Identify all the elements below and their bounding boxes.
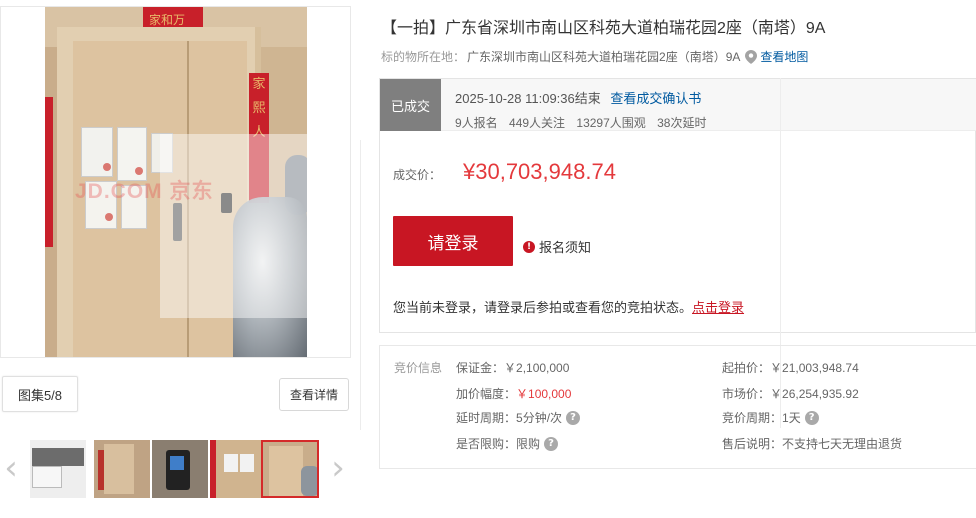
follower-count: 449人关注 xyxy=(509,116,566,130)
extension-count: 38次延时 xyxy=(657,116,707,130)
deposit-label: 保证金： xyxy=(456,361,505,375)
bid-period-row: 竞价周期： 1天 ? xyxy=(722,409,819,426)
main-image[interactable]: 家和万 家熙人 JD.COM 京东 xyxy=(0,6,351,358)
after-sale-label: 售后说明： xyxy=(722,437,783,451)
auction-stats: 9人报名 449人关注 13297人围观 38次延时 xyxy=(455,114,714,131)
thumbnail[interactable] xyxy=(30,440,86,498)
login-tip-text: 您当前未登录，请登录后参拍或查看您的竞拍状态。 xyxy=(393,300,693,315)
market-price-value: ￥26,254,935.92 xyxy=(770,387,859,401)
status-bar: 已成交 2025-10-28 11:09:36结束 查看成交确认书 9人报名 4… xyxy=(380,79,976,131)
thumbnail[interactable] xyxy=(94,440,150,498)
thumbnail-active[interactable] xyxy=(261,440,319,498)
chevron-left-icon[interactable]: ‹ xyxy=(0,451,22,488)
registration-notice-label: 报名须知 xyxy=(539,240,592,255)
status-badge: 已成交 xyxy=(380,79,441,131)
deposit-row: 保证金： ￥2,100,000 xyxy=(456,359,569,376)
album-counter: 图集5/8 xyxy=(2,376,78,412)
chevron-right-icon[interactable]: › xyxy=(327,451,349,488)
start-price-row: 起拍价： ￥21,003,948.74 xyxy=(722,359,859,376)
after-sale-value: 不支持七天无理由退货 xyxy=(782,437,903,451)
view-map-link[interactable]: 查看地图 xyxy=(760,48,808,65)
start-price-value: ￥21,003,948.74 xyxy=(770,361,859,375)
help-icon[interactable]: ? xyxy=(566,410,581,425)
market-price-label: 市场价： xyxy=(722,387,771,401)
bid-period-label: 竞价周期： xyxy=(722,411,783,425)
jd-watermark: JD.COM 京东 xyxy=(75,180,214,203)
increment-value: ￥100,000 xyxy=(516,387,572,401)
thumbnail[interactable] xyxy=(210,440,266,498)
zoom-lens-overlay xyxy=(160,134,308,318)
deal-price-label: 成交价： xyxy=(393,168,442,182)
deal-confirmation-link[interactable]: 查看成交确认书 xyxy=(610,91,701,106)
login-button[interactable]: 请登录 xyxy=(393,216,513,266)
bid-info-title: 竞价信息 xyxy=(394,361,443,375)
thumbnail[interactable] xyxy=(152,440,208,498)
delay-period-label: 延时周期： xyxy=(456,411,517,425)
login-tip: 您当前未登录，请登录后参拍或查看您的竞拍状态。点击登录 xyxy=(393,297,744,316)
help-icon[interactable]: ? xyxy=(544,436,559,451)
delay-period-value: 5分钟/次 xyxy=(516,411,563,425)
purchase-limit-label: 是否限购： xyxy=(456,437,517,451)
view-details-button[interactable]: 查看详情 xyxy=(279,378,349,411)
help-icon[interactable]: ? xyxy=(804,410,819,425)
deposit-value: ￥2,100,000 xyxy=(504,361,570,375)
increment-row: 加价幅度： ￥100,000 xyxy=(456,385,571,402)
after-sale-row: 售后说明： 不支持七天无理由退货 xyxy=(722,435,902,452)
start-price-label: 起拍价： xyxy=(722,361,771,375)
signup-count: 9人报名 xyxy=(455,116,498,130)
end-time: 2025-10-28 11:09:36结束 xyxy=(455,91,601,106)
location-row: 标的物所在地： 广东深圳市南山区科苑大道柏瑞花园2座（南塔）9A 查看地图 xyxy=(381,48,808,65)
item-title: 【一拍】广东省深圳市南山区科苑大道柏瑞花园2座（南塔）9A xyxy=(381,20,826,37)
end-time-row: 2025-10-28 11:09:36结束 查看成交确认书 xyxy=(455,88,701,107)
viewer-count: 13297人围观 xyxy=(576,116,646,130)
purchase-limit-row: 是否限购： 限购 ? xyxy=(456,435,559,452)
auction-status-panel: 已成交 2025-10-28 11:09:36结束 查看成交确认书 9人报名 4… xyxy=(379,78,976,333)
increment-label: 加价幅度： xyxy=(456,387,517,401)
delay-period-row: 延时周期： 5分钟/次 ? xyxy=(456,409,581,426)
bid-period-value: 1天 xyxy=(782,411,801,425)
divider xyxy=(360,140,361,430)
market-price-row: 市场价： ￥26,254,935.92 xyxy=(722,385,859,402)
red-couplet-top: 家和万 xyxy=(143,7,203,29)
click-login-link[interactable]: 点击登录 xyxy=(692,300,744,315)
bid-info-panel: 竞价信息 保证金： ￥2,100,000 起拍价： ￥21,003,948.74 加… xyxy=(379,345,976,469)
deal-price-value: ¥30,703,948.74 xyxy=(463,159,616,184)
registration-notice-link[interactable]: ! 报名须知 xyxy=(523,237,591,256)
red-couplet-left xyxy=(45,97,53,247)
purchase-limit-value: 限购 xyxy=(516,437,541,451)
alert-icon: ! xyxy=(523,240,535,253)
location-label: 标的物所在地： xyxy=(381,50,466,64)
map-pin-icon xyxy=(745,49,758,64)
location-value: 广东深圳市南山区科苑大道柏瑞花园2座（南塔）9A xyxy=(467,50,741,64)
